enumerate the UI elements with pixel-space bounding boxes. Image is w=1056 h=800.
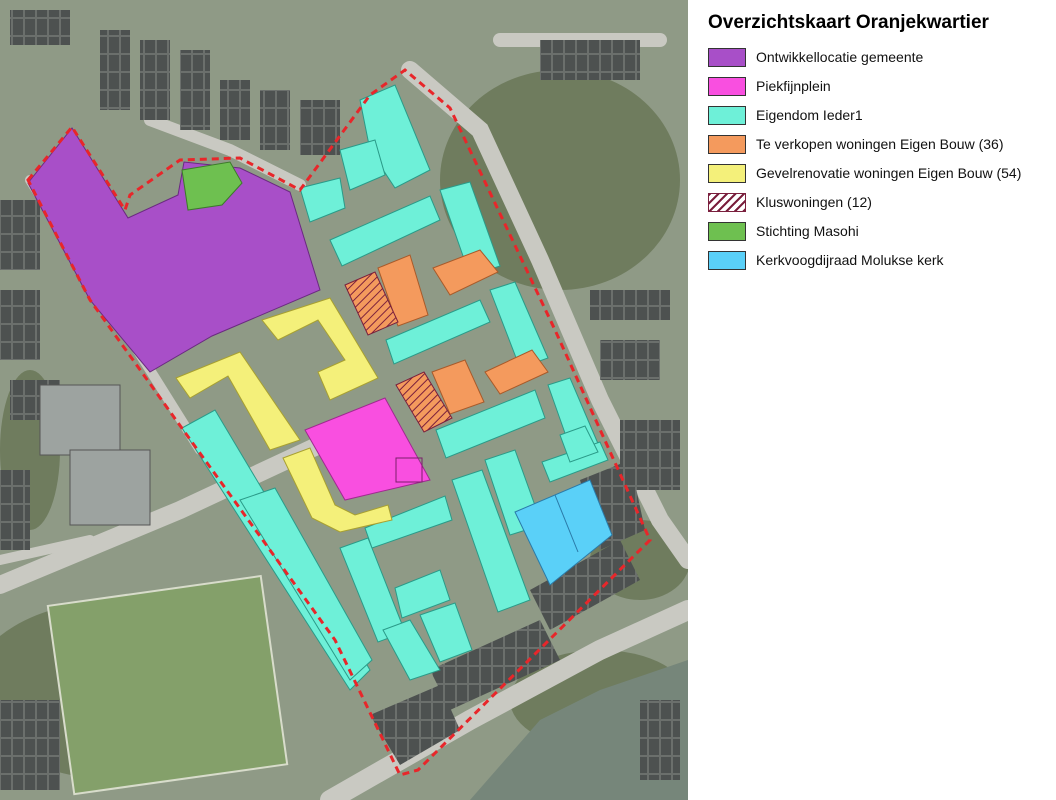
legend-panel: Overzichtskaart Oranjekwartier Ontwikkel… (700, 0, 1056, 800)
hatched-swatch (708, 193, 746, 212)
legend-label: Stichting Masohi (756, 223, 859, 239)
map-canvas (0, 0, 688, 800)
teal-swatch (708, 106, 746, 125)
legend-label: Eigendom Ieder1 (756, 107, 863, 123)
aerial-map[interactable] (0, 0, 688, 800)
legend-label: Gevelrenovatie woningen Eigen Bouw (54) (756, 165, 1022, 181)
sports-field (46, 574, 289, 796)
legend-title: Overzichtskaart Oranjekwartier (708, 12, 989, 33)
legend-label: Ontwikkellocatie gemeente (756, 49, 924, 65)
yellow-swatch (708, 164, 746, 183)
legend-label: Te verkopen woningen Eigen Bouw (36) (756, 136, 1004, 152)
magenta-swatch (708, 77, 746, 96)
legend-label: Kerkvoogdijraad Molukse kerk (756, 252, 944, 268)
legend-label: Kluswoningen (12) (756, 194, 872, 210)
purple-swatch (708, 48, 746, 67)
green-swatch (708, 222, 746, 241)
orange-swatch (708, 135, 746, 154)
blue-swatch (708, 251, 746, 270)
legend-label: Piekfijnplein (756, 78, 831, 94)
